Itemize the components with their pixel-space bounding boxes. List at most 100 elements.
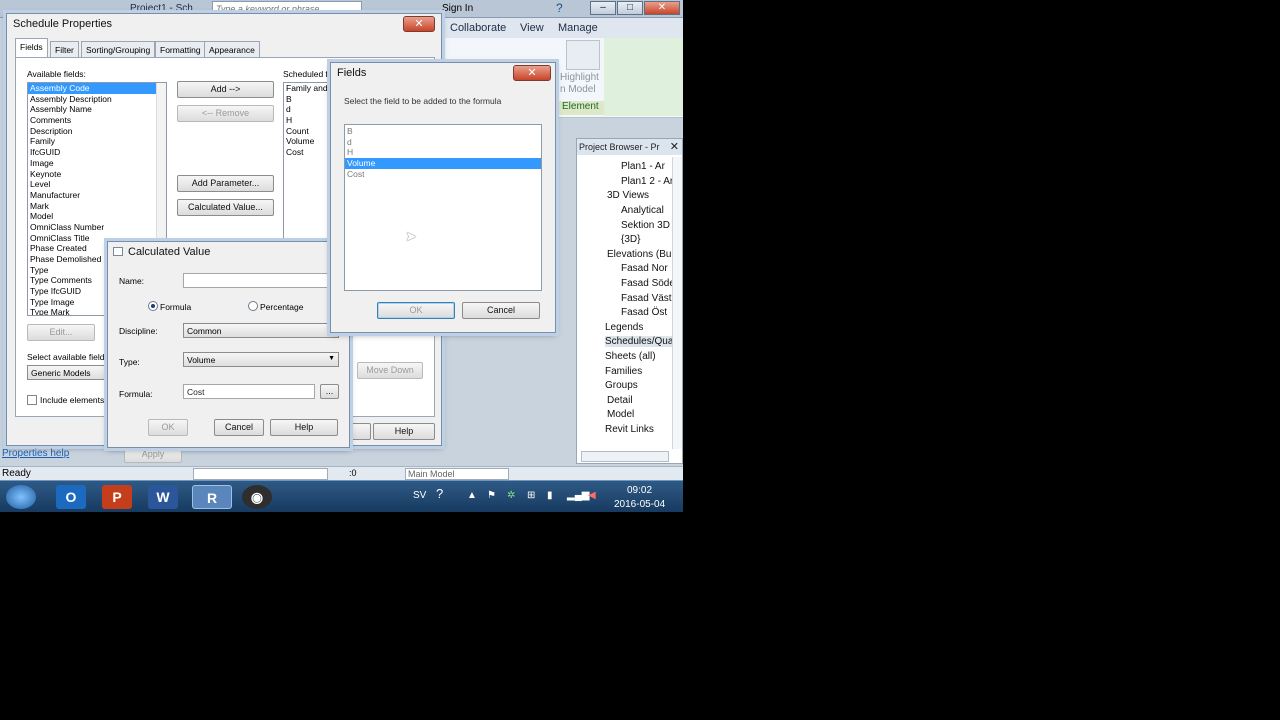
powerpoint-icon[interactable]: P [102,485,132,509]
available-field-item[interactable]: OmniClass Number [28,222,156,233]
tree-item[interactable]: Sektion 3D [621,220,670,231]
flag-icon[interactable]: ⚑ [487,490,496,501]
calc-help-button[interactable]: Help [270,419,338,436]
formula-radio[interactable] [148,301,158,311]
app-close-button[interactable]: ✕ [644,1,680,15]
fields-close-button[interactable]: ✕ [513,65,551,81]
sync-icon[interactable]: ✲ [507,490,515,501]
available-field-item[interactable]: Model [28,211,156,222]
type-select[interactable]: Volume ▼ [183,352,339,367]
tree-item[interactable]: Plan1 - Ar [621,161,665,172]
available-field-item[interactable]: Assembly Code [28,83,156,94]
scheduled-field-item[interactable]: H [284,115,332,126]
available-field-item[interactable]: Description [28,126,156,137]
scheduled-field-item[interactable]: d [284,104,332,115]
volume-icon[interactable]: ◀ [588,490,596,501]
name-input[interactable] [183,273,341,288]
available-field-item[interactable]: Assembly Description [28,94,156,105]
minimize-button[interactable]: – [590,1,616,15]
clock-time[interactable]: 09:02 [627,485,652,496]
available-field-item[interactable]: Assembly Name [28,104,156,115]
help-tray-icon[interactable]: ? [436,486,443,501]
tree-item[interactable]: Fasad Öst [621,307,667,318]
tree-item[interactable]: Analytical [621,205,664,216]
available-field-item[interactable]: Family [28,136,156,147]
available-field-item[interactable]: Mark [28,201,156,212]
discipline-select[interactable]: Common [183,323,339,338]
tree-item[interactable]: Fasad Nor [621,263,668,274]
ribbon-tab-view[interactable]: View [520,22,544,34]
edit-field-button[interactable]: Edit... [27,324,95,341]
sign-in-link[interactable]: Sign In [442,3,473,14]
formula-field-item[interactable]: d [345,137,541,148]
scheduled-field-item[interactable]: B [284,94,332,105]
windows-icon[interactable]: ⊞ [527,490,535,501]
tree-item[interactable]: Groups [605,380,638,391]
ribbon-tab-collaborate[interactable]: Collaborate [450,22,506,34]
tab-appearance[interactable]: Appearance [204,41,260,57]
tree-item[interactable]: Revit Links [605,424,654,435]
calculated-value-button[interactable]: Calculated Value... [177,199,274,216]
tree-item[interactable]: Plan1 2 - Ar [621,176,673,187]
tree-item[interactable]: Legends [605,322,643,333]
scheduled-field-item[interactable]: Volume [284,136,332,147]
tree-item[interactable]: Families [605,366,642,377]
start-button-icon[interactable] [6,485,36,509]
formula-field-item[interactable]: H [345,147,541,158]
tree-item[interactable]: Fasad Söde [621,278,675,289]
fields-cancel-button[interactable]: Cancel [462,302,540,319]
add-parameter-button[interactable]: Add Parameter... [177,175,274,192]
tree-item[interactable]: {3D} [621,234,640,245]
tree-item[interactable]: Fasad Väst [621,293,672,304]
calc-ok-button[interactable]: OK [148,419,188,436]
project-browser-vscrollbar[interactable] [672,157,682,449]
formula-ellipsis-button[interactable]: ... [320,384,339,399]
formula-fields-list[interactable]: Bd H Volume Cost [344,124,542,291]
formula-input[interactable] [183,384,315,399]
tray-expand-icon[interactable]: ▲ [467,490,477,501]
help-icon[interactable]: ? [556,1,563,15]
outlook-icon[interactable]: O [56,485,86,509]
project-browser-close-icon[interactable]: ✕ [670,140,679,153]
tab-fields[interactable]: Fields [15,38,48,57]
calc-cancel-button[interactable]: Cancel [214,419,264,436]
network-icon[interactable]: ▂▄▆ [567,490,589,501]
scheduled-field-item[interactable]: Count [284,126,332,137]
formula-field-item[interactable]: Volume [345,158,541,169]
available-field-item[interactable]: Level [28,179,156,190]
fields-ok-button[interactable]: OK [377,302,455,319]
revit-icon[interactable]: R [192,485,232,509]
apply-button[interactable]: Apply [124,446,182,463]
properties-help-link[interactable]: Properties help [2,448,69,459]
remove-field-button[interactable]: <-- Remove [177,105,274,122]
scheduled-field-item[interactable]: Cost [284,147,332,158]
tab-sorting-grouping[interactable]: Sorting/Grouping [81,41,156,57]
available-field-item[interactable]: Image [28,158,156,169]
project-browser-hscrollbar[interactable] [581,451,669,462]
tab-filter[interactable]: Filter [50,41,79,57]
available-field-item[interactable]: Keynote [28,169,156,180]
highlight-model-icon[interactable] [566,40,600,70]
status-model-select[interactable]: Main Model [405,468,509,480]
maximize-button[interactable]: □ [617,1,643,15]
tree-item-selected[interactable]: Schedules/Qua [605,336,678,347]
battery-icon[interactable]: ▮ [547,490,553,501]
word-icon[interactable]: W [148,485,178,509]
available-field-item[interactable]: IfcGUID [28,147,156,158]
ribbon-tab-manage[interactable]: Manage [558,22,598,34]
scheduled-field-item[interactable]: Family and [284,83,332,94]
add-field-button[interactable]: Add --> [177,81,274,98]
available-field-item[interactable]: Manufacturer [28,190,156,201]
formula-field-item[interactable]: B [345,126,541,137]
tab-formatting[interactable]: Formatting [155,41,206,57]
schedule-properties-close-button[interactable]: ✕ [403,16,435,32]
language-indicator[interactable]: SV [413,490,426,501]
tree-item[interactable]: Detail [607,395,633,406]
tree-item[interactable]: Elevations (Bu [607,249,671,260]
tree-item[interactable]: Model [607,409,634,420]
clock-date[interactable]: 2016-05-04 [614,499,665,510]
tree-item[interactable]: Sheets (all) [605,351,656,362]
schedule-ok-button-partial[interactable] [351,423,371,440]
move-down-button[interactable]: Move Down [357,362,423,379]
available-field-item[interactable]: Comments [28,115,156,126]
